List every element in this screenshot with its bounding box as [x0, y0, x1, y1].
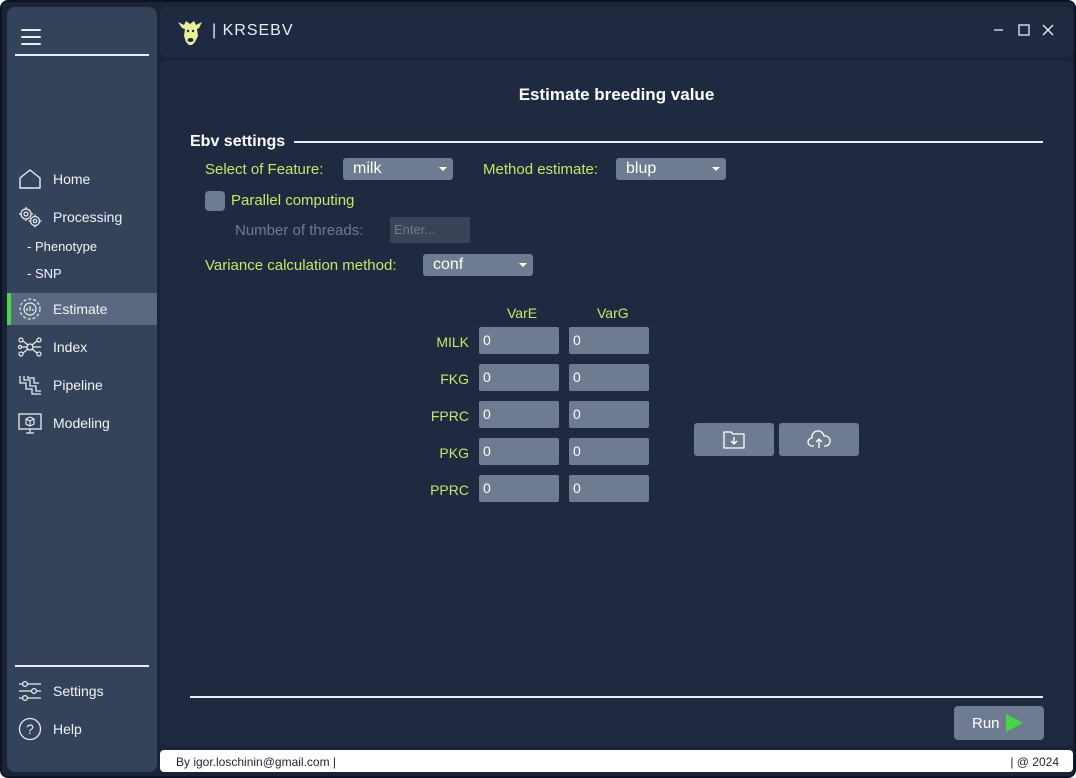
folder-download-icon	[723, 431, 745, 449]
sidebar-item-modeling[interactable]: Modeling	[7, 407, 157, 439]
sidebar-item-estimate[interactable]: Estimate	[7, 293, 157, 325]
load-file-button[interactable]	[694, 423, 774, 456]
sidebar-item-label: Settings	[53, 683, 104, 699]
footer-author: By igor.loschinin@gmail.com |	[176, 755, 337, 769]
row-label-fkg: FKG	[440, 371, 469, 387]
threads-input[interactable]: Enter...	[390, 217, 470, 243]
page-title: Estimate breeding value	[518, 85, 715, 104]
app-title: | KRSEBV	[212, 22, 294, 39]
variance-select[interactable]: conf	[423, 254, 533, 276]
method-select-value: blup	[626, 160, 657, 177]
sidebar-item-home[interactable]: Home	[7, 163, 157, 195]
chevron-down-icon	[439, 167, 447, 171]
app-window: Home Processing - Phenotype - SNP Estima…	[0, 0, 1076, 778]
feature-select-value: milk	[353, 160, 382, 177]
sliders-icon	[19, 680, 41, 702]
bottom-divider	[190, 696, 1043, 698]
play-icon	[1006, 714, 1023, 732]
hamburger-menu-icon[interactable]	[21, 29, 41, 47]
sidebar-item-label: Home	[53, 171, 91, 187]
row-label-pprc: PPRC	[430, 482, 469, 498]
sidebar-bottom-divider	[15, 665, 149, 667]
sidebar-item-label: Modeling	[53, 415, 110, 431]
method-select[interactable]: blup	[616, 158, 726, 180]
sidebar-item-label: Index	[53, 339, 88, 355]
cow-logo-icon	[178, 21, 202, 45]
svg-text:?: ?	[26, 721, 34, 737]
estimate-icon	[19, 298, 41, 320]
upload-button[interactable]	[779, 423, 859, 456]
chevron-down-icon	[712, 167, 720, 171]
vare-input-fprc[interactable]: 0	[479, 401, 559, 428]
monitor-cube-icon	[18, 413, 42, 434]
variance-select-value: conf	[433, 256, 464, 273]
vare-input-pprc[interactable]: 0	[479, 475, 559, 502]
parallel-label: Parallel computing	[231, 192, 355, 209]
feature-select[interactable]: milk	[343, 158, 453, 180]
sidebar-item-index[interactable]: Index	[7, 331, 157, 363]
sidebar-item-label: Pipeline	[53, 377, 103, 393]
varg-input-milk[interactable]: 0	[569, 327, 649, 354]
row-label-fprc: FPRC	[430, 408, 469, 424]
chevron-down-icon	[519, 263, 527, 267]
maximize-icon[interactable]	[1017, 23, 1031, 37]
sidebar-item-processing[interactable]: Processing	[7, 201, 157, 233]
gears-icon	[19, 207, 42, 228]
group-divider	[294, 141, 1043, 143]
variance-label: Variance calculation method:	[205, 257, 397, 274]
vare-input-fkg[interactable]: 0	[479, 364, 559, 391]
vare-input-milk[interactable]: 0	[479, 327, 559, 354]
varg-input-fkg[interactable]: 0	[569, 364, 649, 391]
vare-input-pkg[interactable]: 0	[479, 438, 559, 465]
sidebar-item-label: Processing	[53, 209, 123, 225]
title-bar: | KRSEBV	[160, 7, 1073, 57]
sidebar-item-label: Help	[53, 721, 82, 737]
varg-input-pprc[interactable]: 0	[569, 475, 649, 502]
sidebar-subitem-snp[interactable]: - SNP	[27, 266, 62, 281]
row-label-pkg: PKG	[439, 445, 469, 461]
sidebar-item-label: Estimate	[53, 301, 108, 317]
varg-input-pkg[interactable]: 0	[569, 438, 649, 465]
sidebar-top-divider	[15, 54, 149, 56]
minimize-icon[interactable]	[992, 23, 1006, 37]
group-title: Ebv settings	[190, 133, 286, 150]
sidebar-item-help[interactable]: ? Help	[7, 713, 157, 745]
cloud-upload-icon	[807, 430, 831, 448]
row-label-milk: MILK	[436, 334, 469, 350]
close-icon[interactable]	[1041, 23, 1055, 37]
help-icon: ?	[18, 717, 42, 741]
main-panel: Estimate breeding value Ebv settings Sel…	[160, 61, 1073, 746]
sidebar: Home Processing - Phenotype - SNP Estima…	[7, 7, 157, 772]
feature-label: Select of Feature:	[205, 161, 324, 178]
threads-label: Number of threads:	[235, 222, 364, 239]
network-icon	[17, 337, 42, 357]
status-bar: By igor.loschinin@gmail.com | | @ 2024	[160, 750, 1073, 772]
sidebar-item-pipeline[interactable]: Pipeline	[7, 369, 157, 401]
run-button-label: Run	[972, 715, 1000, 732]
method-label: Method estimate:	[483, 161, 599, 178]
varg-input-fprc[interactable]: 0	[569, 401, 649, 428]
sidebar-subitem-phenotype[interactable]: - Phenotype	[27, 239, 97, 254]
column-header-varg: VarG	[597, 305, 629, 321]
pipeline-icon	[19, 376, 41, 395]
run-button[interactable]: Run	[954, 706, 1044, 740]
footer-copyright: | @ 2024	[1010, 755, 1059, 769]
sidebar-item-settings[interactable]: Settings	[7, 675, 157, 707]
column-header-vare: VarE	[507, 305, 538, 321]
home-icon	[19, 169, 41, 189]
parallel-checkbox[interactable]	[205, 191, 225, 211]
